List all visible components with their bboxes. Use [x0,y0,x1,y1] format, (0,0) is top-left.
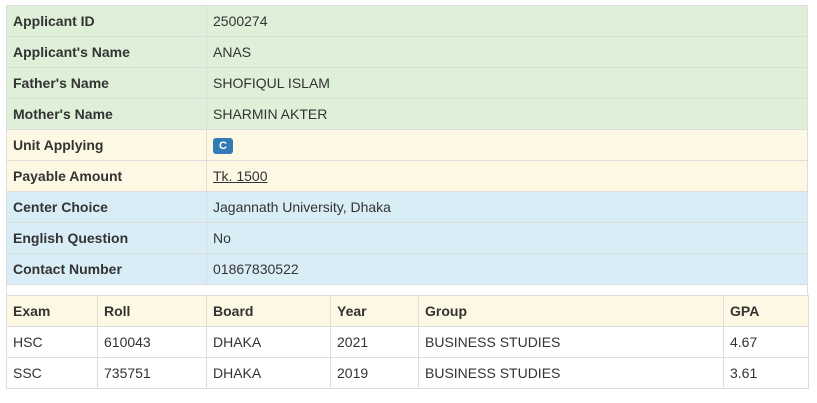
payable-amount-cell: Tk. 1500 [206,160,808,192]
row-payable-amount: Payable Amount Tk. 1500 [6,160,808,192]
applicant-name-value: ANAS [206,36,808,68]
contact-number-value: 01867830522 [206,253,808,285]
row-contact-number: Contact Number 01867830522 [6,253,808,285]
applicant-id-label: Applicant ID [6,5,207,37]
center-choice-value: Jagannath University, Dhaka [206,191,808,223]
roll-cell: 610043 [97,326,207,358]
col-header-roll: Roll [97,295,207,327]
english-question-value: No [206,222,808,254]
payable-amount-link[interactable]: Tk. 1500 [213,168,267,184]
unit-applying-cell: C [206,129,808,161]
mother-name-value: SHARMIN AKTER [206,98,808,130]
col-header-exam: Exam [6,295,98,327]
results-table: Exam Roll Board Year Group GPA HSC 61004… [6,295,809,389]
row-applicant-id: Applicant ID 2500274 [6,5,808,37]
row-center-choice: Center Choice Jagannath University, Dhak… [6,191,808,223]
gpa-cell: 3.61 [723,357,809,389]
results-header-row: Exam Roll Board Year Group GPA [6,295,809,327]
mother-name-label: Mother's Name [6,98,207,130]
row-unit-applying: Unit Applying C [6,129,808,161]
table-row: SSC 735751 DHAKA 2019 BUSINESS STUDIES 3… [6,357,809,389]
exam-cell: SSC [6,357,98,389]
row-english-question: English Question No [6,222,808,254]
row-father-name: Father's Name SHOFIQUL ISLAM [6,67,808,99]
col-header-group: Group [418,295,724,327]
exam-cell: HSC [6,326,98,358]
contact-number-label: Contact Number [6,253,207,285]
applicant-name-label: Applicant's Name [6,36,207,68]
roll-cell: 735751 [97,357,207,389]
father-name-label: Father's Name [6,67,207,99]
table-row: HSC 610043 DHAKA 2021 BUSINESS STUDIES 4… [6,326,809,358]
applicant-id-value: 2500274 [206,5,808,37]
col-header-year: Year [330,295,419,327]
payable-amount-label: Payable Amount [6,160,207,192]
center-choice-label: Center Choice [6,191,207,223]
table-spacer [6,285,808,295]
applicant-details: Applicant ID 2500274 Applicant's Name AN… [6,5,809,389]
col-header-board: Board [206,295,331,327]
group-cell: BUSINESS STUDIES [418,326,724,358]
row-mother-name: Mother's Name SHARMIN AKTER [6,98,808,130]
gpa-cell: 4.67 [723,326,809,358]
unit-badge: C [213,138,233,154]
applicant-info-table: Applicant ID 2500274 Applicant's Name AN… [6,5,808,285]
col-header-gpa: GPA [723,295,809,327]
father-name-value: SHOFIQUL ISLAM [206,67,808,99]
row-applicant-name: Applicant's Name ANAS [6,36,808,68]
group-cell: BUSINESS STUDIES [418,357,724,389]
unit-applying-label: Unit Applying [6,129,207,161]
board-cell: DHAKA [206,357,331,389]
board-cell: DHAKA [206,326,331,358]
year-cell: 2021 [330,326,419,358]
english-question-label: English Question [6,222,207,254]
year-cell: 2019 [330,357,419,389]
